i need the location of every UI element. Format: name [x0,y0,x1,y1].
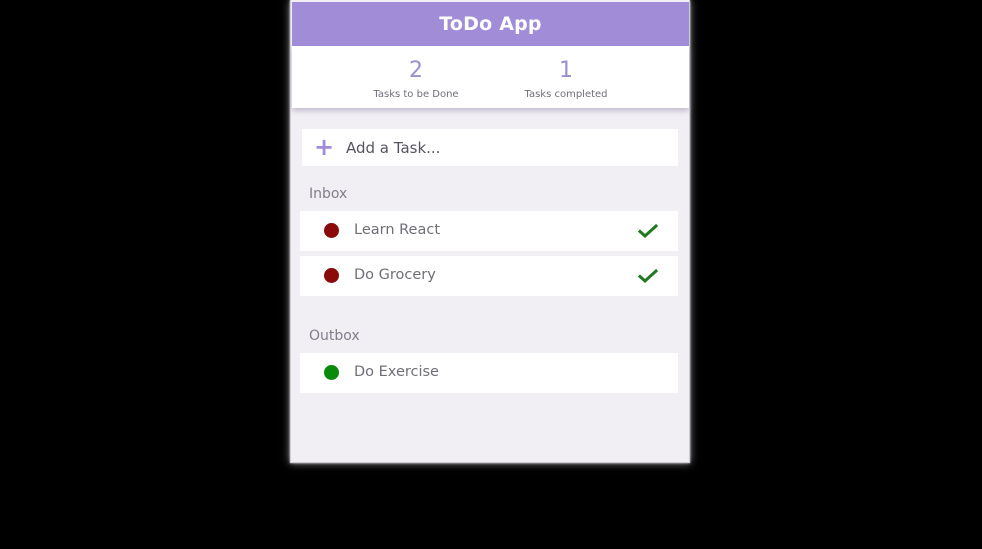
tasks-completed-stat: 1 Tasks completed [496,56,636,100]
task-item[interactable]: Learn React [300,211,678,251]
tasks-completed-label: Tasks completed [524,89,608,100]
tasks-todo-stat: 2 Tasks to be Done [346,56,486,100]
task-label: Do Grocery [354,267,436,283]
app-title: ToDo App [439,13,542,35]
stats-bar: 2 Tasks to be Done 1 Tasks completed [292,46,689,108]
task-item[interactable]: Do Exercise [300,353,678,393]
plus-icon[interactable]: + [314,135,334,159]
completed-status-dot-icon [324,365,339,380]
outbox-title: Outbox [309,328,360,344]
tasks-todo-count: 2 [409,58,423,83]
add-task-placeholder: Add a Task... [346,138,441,157]
tasks-todo-label: Tasks to be Done [373,89,459,100]
add-task-input[interactable]: + Add a Task... [302,129,678,166]
todo-app-window: ToDo App 2 Tasks to be Done 1 Tasks comp… [290,0,690,463]
task-label: Learn React [354,222,441,238]
inbox-title: Inbox [309,186,348,202]
check-icon[interactable] [638,268,658,284]
tasks-completed-count: 1 [559,58,573,83]
pending-status-dot-icon [324,223,339,238]
app-header: ToDo App [292,2,689,46]
check-icon[interactable] [638,223,658,239]
pending-status-dot-icon [324,268,339,283]
task-item[interactable]: Do Grocery [300,256,678,296]
task-label: Do Exercise [354,364,439,380]
